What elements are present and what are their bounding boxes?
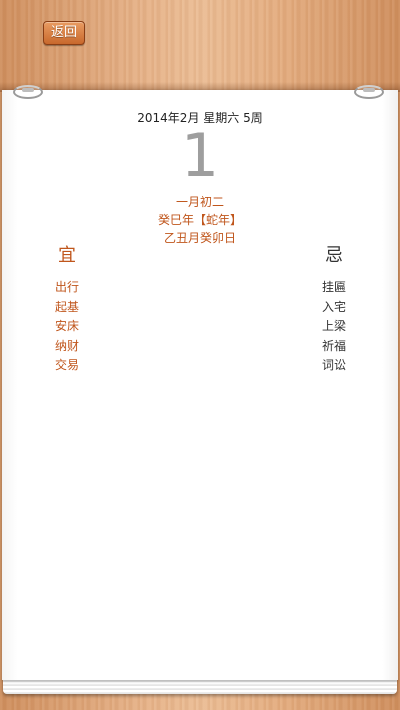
yi-item: 交易 <box>55 358 80 372</box>
yi-list: 出行 起基 安床 纳财 交易 <box>55 278 79 376</box>
ji-item: 入宅 <box>322 299 347 314</box>
ji-item: 上梁 <box>322 319 347 333</box>
binder-hole-icon <box>22 88 34 92</box>
binder-hole-icon <box>363 88 375 92</box>
ji-heading: 忌 <box>325 245 343 266</box>
ji-list: 挂匾 入宅 上梁 祈福 词讼 <box>322 278 346 376</box>
yi-item: 纳财 <box>55 338 80 353</box>
lunar-year: 癸巳年【蛇年】 <box>157 213 242 227</box>
calendar-page-stack <box>3 678 397 694</box>
day-number: 1 <box>180 121 220 191</box>
yi-item: 起基 <box>55 299 80 314</box>
yi-item: 出行 <box>55 280 80 294</box>
ji-item: 挂匾 <box>322 280 347 294</box>
ji-item: 词讼 <box>322 358 347 372</box>
lunar-date: 一月初二 <box>175 195 224 209</box>
yi-item: 安床 <box>55 319 80 333</box>
ji-item: 祈福 <box>322 338 347 353</box>
yi-heading: 宜 <box>58 245 76 266</box>
back-button[interactable]: 返回 <box>43 21 85 45</box>
